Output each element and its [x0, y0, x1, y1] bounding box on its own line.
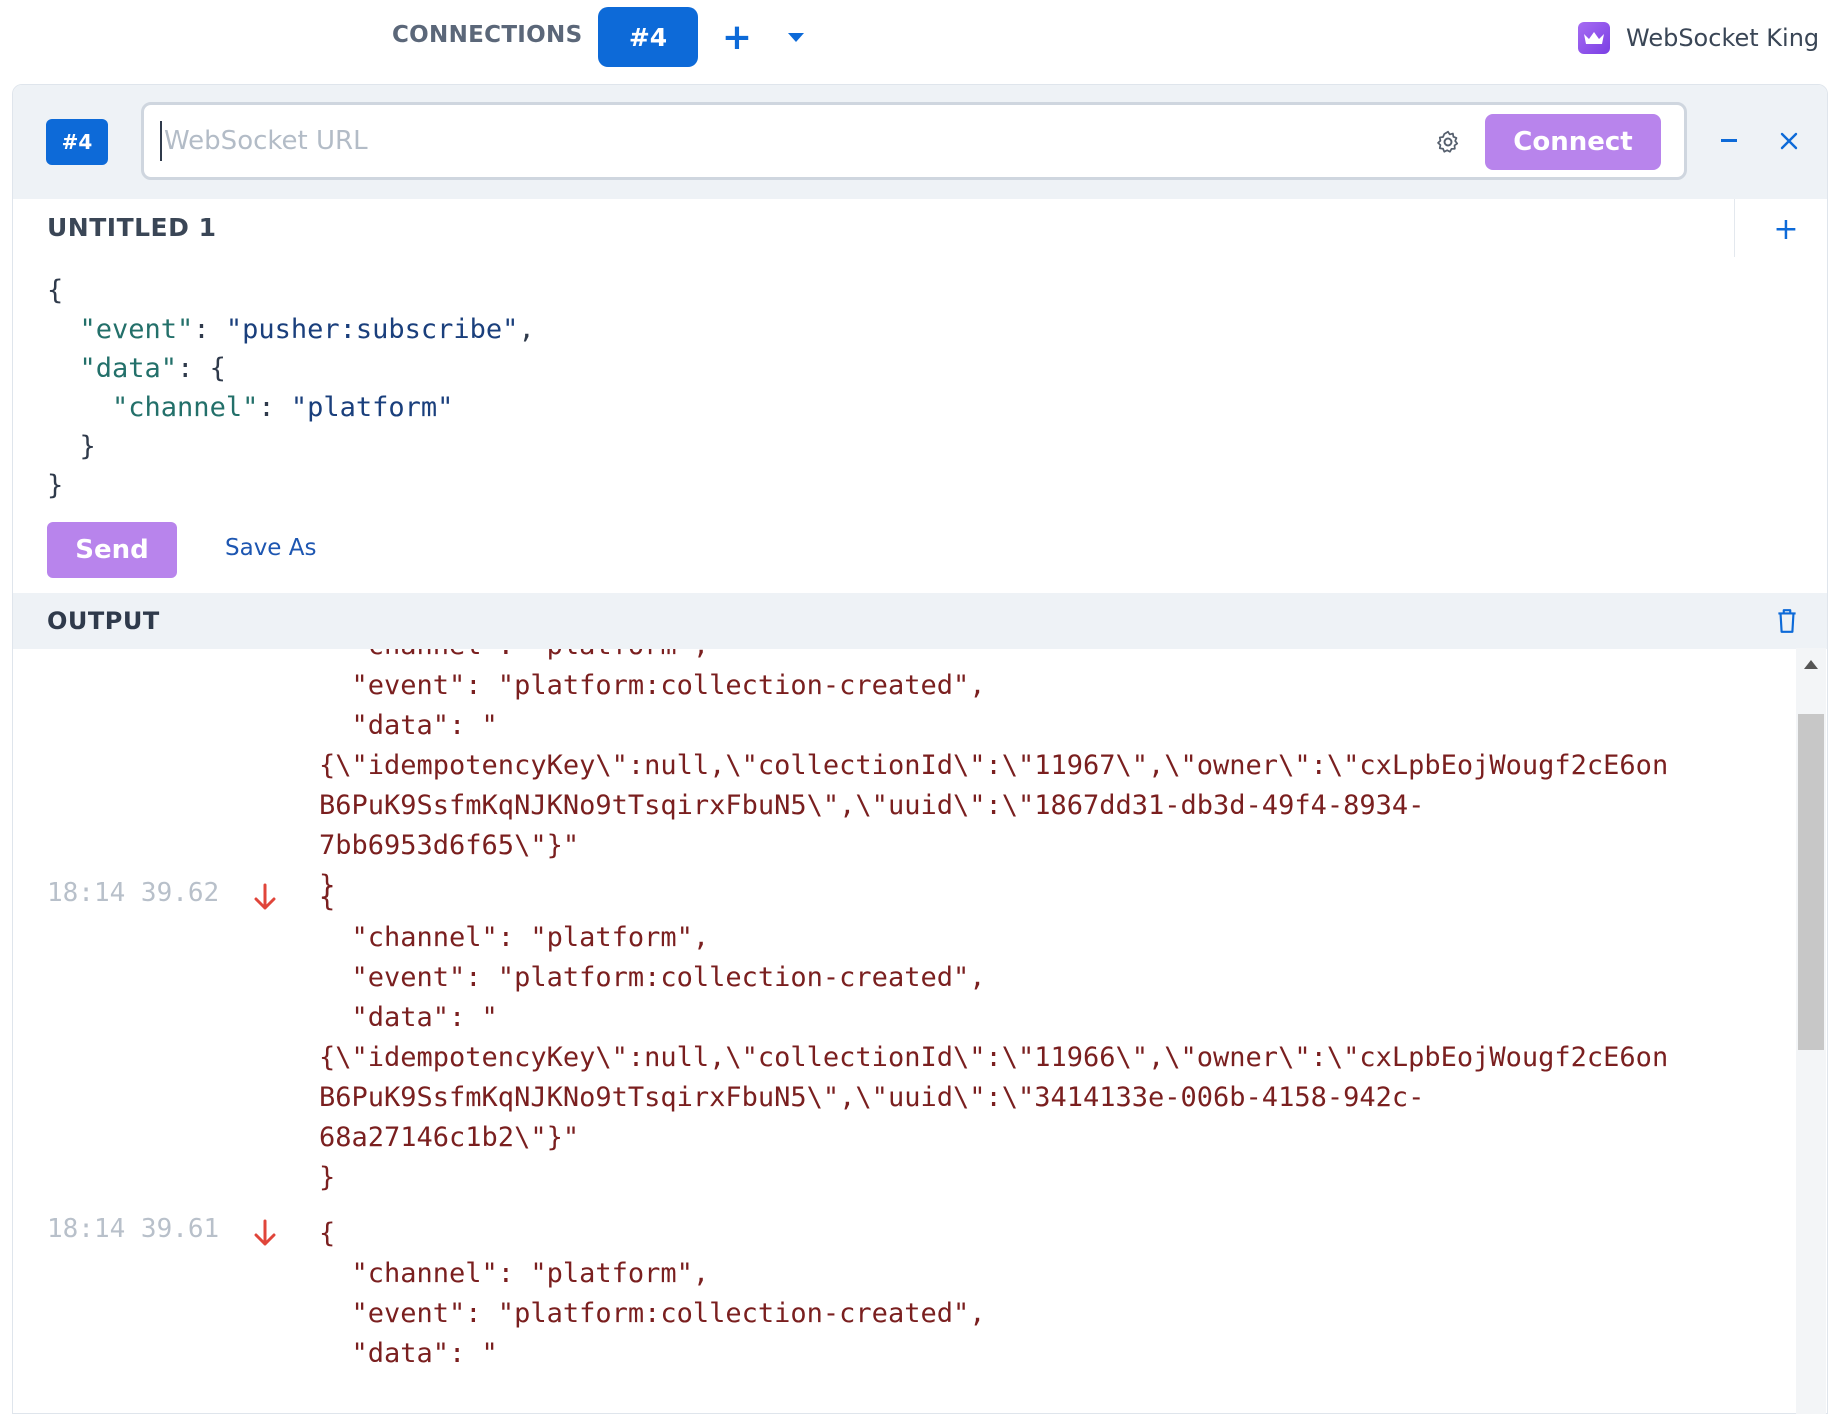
log-timestamp: 18:14 39.61: [47, 1214, 220, 1244]
url-box: Connect: [141, 102, 1687, 180]
code-line: "data": {: [79, 353, 226, 384]
save-as-link[interactable]: Save As: [225, 535, 316, 561]
output-title: OUTPUT: [47, 607, 160, 635]
websocket-url-input[interactable]: [160, 121, 1260, 161]
brand[interactable]: WebSocket King: [1578, 20, 1819, 56]
arrow-down-icon: [254, 883, 276, 910]
arrow-down-icon: [254, 1219, 276, 1246]
close-icon: [1780, 132, 1798, 150]
close-button[interactable]: [1774, 123, 1804, 159]
add-connection-button[interactable]: +: [722, 16, 752, 58]
connection-panel: #4 Connect UNTITLED 1 + { "event": "push…: [12, 84, 1828, 1414]
log-message: { "channel": "platform", "event": "platf…: [319, 1218, 986, 1369]
scrollbar-thumb[interactable]: [1798, 714, 1824, 1050]
trash-icon[interactable]: [1774, 607, 1800, 635]
minus-icon: [1721, 139, 1737, 142]
brand-name: WebSocket King: [1626, 24, 1820, 52]
scroll-up-arrow[interactable]: [1804, 660, 1818, 669]
crown-icon: [1578, 22, 1610, 54]
code-line: {: [47, 275, 64, 306]
output-header: OUTPUT: [13, 593, 1827, 649]
code-line: "event": "pusher:subscribe",: [79, 314, 535, 345]
connections-label[interactable]: CONNECTIONS: [392, 22, 582, 48]
minimize-button[interactable]: [1714, 123, 1744, 159]
output-log[interactable]: "channel": "platform", "event": "platfor…: [13, 649, 1797, 1413]
add-message-button[interactable]: +: [1771, 209, 1801, 249]
connection-badge: #4: [46, 119, 108, 165]
tab-connection-4[interactable]: #4: [598, 7, 698, 67]
log-message: { "channel": "platform", "event": "platf…: [319, 882, 1669, 1193]
editor-divider: [1734, 199, 1735, 257]
send-button[interactable]: Send: [47, 522, 177, 578]
log-message: "channel": "platform", "event": "platfor…: [319, 649, 1669, 901]
top-navigation: CONNECTIONS #4 + WebSocket King: [0, 0, 1833, 76]
message-title[interactable]: UNTITLED 1: [47, 213, 217, 242]
code-line: }: [47, 470, 64, 501]
connection-header: #4 Connect: [13, 85, 1827, 199]
tabs-dropdown-button[interactable]: [784, 28, 808, 48]
caret-down-icon: [788, 33, 804, 42]
connect-button[interactable]: Connect: [1485, 114, 1661, 170]
log-timestamp: 18:14 39.62: [47, 878, 220, 908]
message-editor[interactable]: { "event": "pusher:subscribe", "data": {…: [47, 271, 535, 505]
code-line: }: [47, 431, 96, 462]
gear-icon[interactable]: [1435, 129, 1461, 155]
code-line: "channel": "platform": [112, 392, 454, 423]
